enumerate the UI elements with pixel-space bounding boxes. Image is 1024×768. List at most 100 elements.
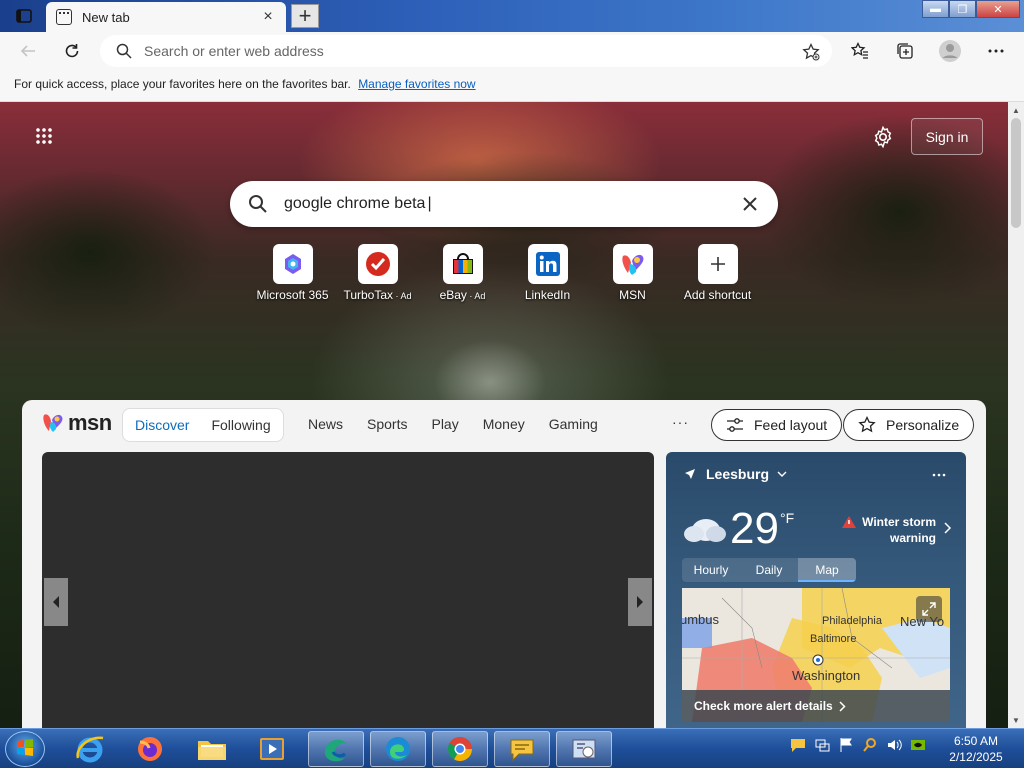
taskbar: 6:50 AM 2/12/2025 — [0, 728, 1024, 768]
map-label: Philadelphia — [822, 615, 883, 627]
taskbar-chrome[interactable] — [432, 731, 488, 767]
feed-layout-label: Feed layout — [754, 417, 828, 433]
weather-alert[interactable]: Winter storm warning — [842, 514, 952, 546]
volume-icon[interactable] — [886, 737, 902, 753]
taskbar-control-panel[interactable] — [556, 731, 612, 767]
feed-layout-button[interactable]: Feed layout — [711, 409, 843, 441]
location-name: Leesburg — [706, 466, 770, 482]
search-icon — [249, 195, 267, 213]
weather-more-button[interactable] — [932, 464, 946, 480]
settings-and-more-button[interactable] — [984, 39, 1008, 63]
scroll-thumb[interactable] — [1011, 118, 1021, 228]
apps-launcher-icon[interactable] — [35, 127, 53, 145]
tab-daily[interactable]: Daily — [740, 558, 798, 582]
tab-discover[interactable]: Discover — [135, 417, 189, 433]
nav-money[interactable]: Money — [483, 416, 525, 432]
shortcut-tile — [612, 244, 653, 284]
nav-gaming[interactable]: Gaming — [549, 416, 598, 432]
tab-close-button[interactable]: × — [260, 8, 276, 26]
alert-line-1: Winter storm — [862, 515, 936, 529]
page-scrollbar[interactable]: ▲ ▼ — [1008, 102, 1024, 728]
shortcut-turbotax[interactable]: TurboTax · Ad — [335, 244, 420, 302]
taskbar-media-player[interactable] — [244, 731, 300, 767]
shortcut-msn[interactable]: MSN — [590, 244, 675, 302]
maximize-button[interactable]: ❐ — [949, 0, 976, 18]
alert-details-link[interactable]: Check more alert details — [682, 690, 950, 722]
taskbar-edge[interactable] — [370, 731, 426, 767]
action-center-flag-icon[interactable] — [838, 737, 854, 753]
collections-button[interactable] — [893, 39, 917, 63]
sliders-icon — [727, 418, 743, 432]
page-settings-icon[interactable] — [872, 126, 894, 148]
new-tab-button[interactable]: + — [291, 4, 319, 28]
tray-chat-icon[interactable] — [790, 737, 806, 753]
clock-date: 2/12/2025 — [949, 750, 1003, 764]
media-player-icon — [260, 738, 284, 760]
weather-location[interactable]: Leesburg — [684, 466, 787, 482]
manage-favorites-link[interactable]: Manage favorites now — [358, 77, 475, 91]
add-favorite-icon[interactable] — [802, 43, 820, 61]
taskbar-internet-explorer[interactable] — [62, 731, 118, 767]
tab-hourly[interactable]: Hourly — [682, 558, 740, 582]
app-icon — [324, 739, 347, 762]
shortcut-name: Microsoft 365 — [256, 288, 329, 302]
start-button[interactable] — [5, 731, 45, 767]
chevron-left-icon — [53, 596, 59, 608]
shortcut-label: LinkedIn — [525, 288, 570, 302]
msn-logo[interactable]: msn — [42, 410, 112, 436]
more-dots-icon — [932, 473, 946, 477]
profile-button[interactable] — [938, 39, 962, 63]
scroll-up-arrow[interactable]: ▲ — [1008, 102, 1024, 118]
taskbar-chat[interactable] — [494, 731, 550, 767]
nav-sports[interactable]: Sports — [367, 416, 407, 432]
taskbar-file-explorer[interactable] — [184, 731, 240, 767]
network-icon[interactable] — [814, 737, 830, 753]
file-explorer-icon — [198, 741, 226, 760]
address-bar[interactable]: Search or enter web address — [100, 35, 832, 67]
tab-following[interactable]: Following — [211, 417, 270, 433]
temperature-unit: °F — [780, 510, 795, 526]
shortcut-tile — [272, 244, 313, 284]
alert-line-2: warning — [889, 531, 936, 545]
tab-map[interactable]: Map — [798, 558, 856, 582]
map-label: Washington — [792, 668, 860, 683]
shortcut-linkedin[interactable]: LinkedIn — [505, 244, 590, 302]
tab-new-tab[interactable]: New tab × — [46, 2, 286, 32]
close-window-button[interactable]: ✕ — [976, 0, 1020, 18]
shortcut-label: TurboTax · Ad — [343, 288, 411, 302]
carousel-prev-button[interactable] — [44, 578, 68, 626]
shortcut-ebay[interactable]: eBay · Ad — [420, 244, 505, 302]
expand-map-button[interactable] — [916, 596, 942, 622]
web-search-box[interactable]: google chrome beta — [230, 181, 778, 227]
sparkle-star-icon — [858, 416, 876, 433]
tab-actions-icon — [16, 9, 32, 23]
sign-in-button[interactable]: Sign in — [911, 118, 983, 155]
clear-search-icon[interactable] — [740, 194, 760, 214]
nav-news[interactable]: News — [308, 416, 343, 432]
msn-nav: News Sports Play Money Gaming — [308, 416, 622, 432]
shortcut-name: TurboTax — [343, 288, 394, 302]
taskbar-firefox[interactable] — [122, 731, 178, 767]
shortcut-microsoft-365[interactable]: Microsoft 365 — [250, 244, 335, 302]
carousel-next-button[interactable] — [628, 578, 652, 626]
scroll-down-arrow[interactable]: ▼ — [1008, 712, 1024, 728]
clock[interactable]: 6:50 AM 2/12/2025 — [940, 733, 1012, 765]
refresh-button[interactable] — [60, 39, 84, 63]
hero-carousel[interactable] — [42, 452, 654, 728]
tab-actions-button[interactable] — [8, 4, 40, 28]
search-icon[interactable] — [862, 737, 878, 753]
ad-badge: · Ad — [393, 291, 412, 301]
more-nav-button[interactable]: ··· — [672, 414, 689, 430]
add-shortcut-button[interactable]: Add shortcut — [675, 244, 760, 302]
collections-icon — [897, 43, 913, 59]
nvidia-icon[interactable] — [910, 737, 926, 753]
favorites-button[interactable] — [848, 39, 872, 63]
back-button[interactable] — [16, 39, 40, 63]
alert-details-label: Check more alert details — [694, 699, 833, 713]
minimize-button[interactable]: ▬ — [922, 0, 949, 18]
weather-card[interactable]: Leesburg 29 °F Winter storm warning Hour… — [666, 452, 966, 728]
nav-play[interactable]: Play — [431, 416, 458, 432]
back-arrow-icon — [20, 45, 35, 57]
taskbar-app[interactable] — [308, 731, 364, 767]
personalize-button[interactable]: Personalize — [843, 409, 975, 441]
